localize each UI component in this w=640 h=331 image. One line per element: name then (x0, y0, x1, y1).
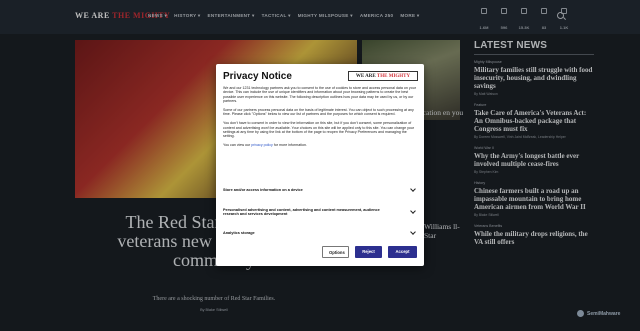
watermark-text: SemiMahware (587, 310, 621, 317)
chevron-down-icon (410, 208, 416, 215)
privacy-policy-link[interactable]: privacy policy (251, 143, 273, 147)
watermark-logo-icon (577, 310, 584, 317)
reject-button[interactable]: Reject (355, 246, 382, 258)
dialog-logo-accent: THE MIGHTY (376, 74, 411, 79)
chevron-down-icon (410, 186, 416, 193)
accordion-label: Analytics storage (223, 231, 255, 235)
watermark: SemiMahware (577, 310, 620, 317)
consent-paragraph: We and our 1231 technology partners ask … (223, 86, 416, 104)
dialog-logo-main: WE ARE (355, 74, 376, 79)
policy-text-after: for more information. (272, 143, 307, 148)
options-button[interactable]: Options (322, 246, 349, 258)
dialog-actions: Options Reject Accept (322, 246, 417, 258)
privacy-policy-paragraph: You can view our privacy policy for more… (223, 143, 419, 147)
dialog-logo: WE ARE THE MIGHTY (348, 71, 418, 81)
legitimate-interest-paragraph: Some of our partners process personal da… (223, 108, 414, 117)
accordion-analytics-storage[interactable]: Analytics storage (223, 229, 419, 236)
privacy-notice-dialog: Privacy Notice WE ARE THE MIGHTY We and … (216, 64, 424, 266)
accordion-label: Personalised advertising and content, ad… (223, 208, 380, 217)
accordion-device-storage[interactable]: Store and/or access information on a dev… (223, 186, 419, 193)
dialog-body: We and our 1231 technology partners ask … (223, 86, 419, 152)
no-consent-paragraph: You don't have to consent in order to vi… (223, 121, 415, 139)
accordion-label: Store and/or access information on a dev… (223, 188, 303, 192)
accordion-personalised-ads[interactable]: Personalised advertising and content, ad… (223, 208, 419, 217)
policy-text-before: You can view our (223, 143, 252, 148)
accept-button[interactable]: Accept (388, 246, 417, 258)
dialog-title: Privacy Notice (223, 71, 292, 82)
chevron-down-icon (410, 229, 416, 236)
